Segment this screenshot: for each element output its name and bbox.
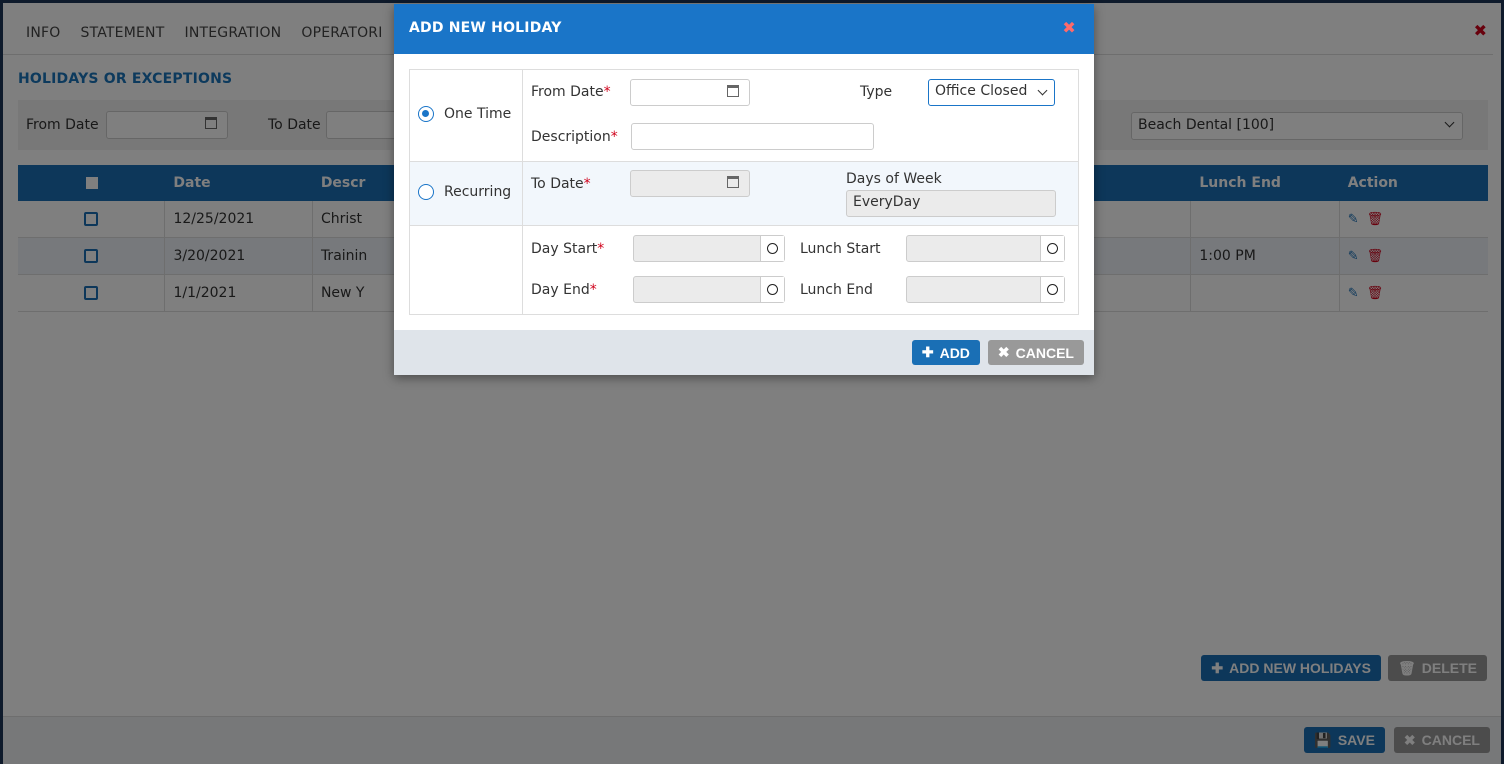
day-start-input[interactable]	[633, 235, 785, 262]
description-input[interactable]	[631, 123, 874, 150]
lunch-start-label: Lunch Start	[800, 241, 881, 257]
clock-icon-button[interactable]	[1040, 277, 1064, 302]
calendar-icon[interactable]	[727, 85, 739, 97]
to-date-label: To Date*	[531, 176, 591, 192]
clock-icon	[767, 284, 778, 295]
description-label: Description*	[531, 129, 618, 145]
add-button[interactable]: ✚ ADD	[911, 340, 980, 365]
chevron-down-icon	[1037, 85, 1048, 96]
plus-icon: ✚	[921, 344, 934, 360]
one-time-label: One Time	[444, 106, 512, 122]
day-end-input[interactable]	[633, 276, 785, 303]
lunch-end-label: Lunch End	[800, 282, 873, 298]
days-of-week-label: Days of Week	[846, 171, 942, 187]
add-label: ADD	[939, 344, 970, 361]
type-label: Type	[860, 84, 893, 100]
modal-form: One Time Recurring From Date* Type Offic…	[409, 69, 1079, 315]
modal-cancel-label: CANCEL	[1015, 344, 1074, 361]
clock-icon	[767, 243, 778, 254]
clock-icon-button[interactable]	[1040, 236, 1064, 261]
lunch-end-input[interactable]	[906, 276, 1065, 303]
add-holiday-modal: ADD NEW HOLIDAY ✖ One Time Recurring Fro…	[394, 4, 1094, 375]
close-icon[interactable]: ✖	[1062, 18, 1076, 37]
days-of-week-value: EveryDay	[853, 194, 921, 210]
one-time-radio[interactable]	[418, 106, 434, 122]
modal-cancel-button[interactable]: ✖ CANCEL	[987, 340, 1084, 365]
type-select-value: Office Closed	[935, 83, 1028, 99]
calendar-icon[interactable]	[727, 176, 739, 188]
close-icon: ✖	[997, 344, 1010, 360]
modal-header: ADD NEW HOLIDAY ✖	[394, 4, 1094, 54]
to-date-input[interactable]	[630, 170, 750, 197]
clock-icon-button[interactable]	[760, 236, 784, 261]
clock-icon	[1047, 243, 1058, 254]
from-date-input[interactable]	[630, 79, 750, 106]
type-select[interactable]: Office Closed	[928, 79, 1055, 106]
day-start-label: Day Start*	[531, 241, 605, 257]
recurring-label: Recurring	[444, 184, 512, 200]
lunch-start-input[interactable]	[906, 235, 1065, 262]
recurring-radio[interactable]	[418, 184, 434, 200]
one-time-option[interactable]: One Time	[418, 106, 511, 122]
day-end-label: Day End*	[531, 282, 597, 298]
modal-title: ADD NEW HOLIDAY	[409, 20, 562, 36]
clock-icon	[1047, 284, 1058, 295]
days-of-week-field[interactable]: EveryDay	[846, 190, 1056, 217]
clock-icon-button[interactable]	[760, 277, 784, 302]
modal-actions: ✚ ADD ✖ CANCEL	[911, 340, 1084, 365]
recurring-option[interactable]: Recurring	[418, 184, 511, 200]
modal-footer: ✚ ADD ✖ CANCEL	[394, 330, 1094, 375]
from-date-label: From Date*	[531, 84, 611, 100]
